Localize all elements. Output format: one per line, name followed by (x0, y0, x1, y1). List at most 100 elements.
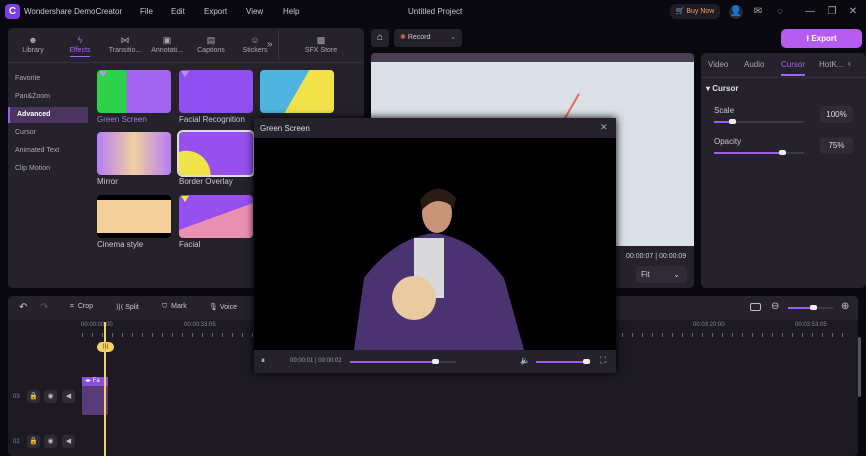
category-pan-zoom[interactable]: Pan&Zoom (8, 89, 88, 105)
crop-button[interactable]: ⌗ Crop (70, 303, 93, 311)
ruler-label: 00:00:33:05 (184, 322, 216, 328)
divider (701, 77, 866, 78)
effect-label: Cinema style (97, 240, 144, 249)
tab-label: Effects (69, 47, 91, 54)
effect-thumb-blur-background[interactable] (260, 70, 334, 113)
mail-icon[interactable]: ✉ (751, 5, 765, 19)
category-animated-text[interactable]: Animated Text (8, 143, 88, 159)
project-title: Untitled Project (408, 7, 463, 16)
effect-thumb-mirror[interactable] (97, 132, 171, 175)
tab-audio[interactable]: Audio (744, 60, 764, 69)
timeline-zoom-handle[interactable] (809, 305, 817, 310)
effect-label: Mirror (97, 177, 118, 186)
export-button[interactable]: ⭱ Export (781, 29, 862, 48)
lock-icon[interactable]: 🔒 (27, 390, 40, 403)
close-window-icon[interactable]: ✕ (846, 5, 860, 19)
undo-icon[interactable]: ↶ (19, 302, 27, 313)
minimize-icon[interactable]: — (803, 5, 817, 19)
crop-icon: ⌗ (70, 303, 74, 310)
tab-cursor[interactable]: Cursor (781, 60, 805, 69)
eye-icon[interactable]: ◉ (44, 390, 57, 403)
library-icon: ☻ (28, 35, 38, 45)
effect-thumb-green-screen[interactable] (97, 70, 171, 113)
voice-label: Voice (219, 304, 237, 311)
record-dropdown[interactable]: ✺ Record ⌄ (394, 29, 462, 47)
person-video-frame (354, 188, 524, 350)
menu-export[interactable]: Export (204, 7, 227, 16)
account-icon[interactable]: 👤 (729, 5, 743, 19)
speaker-icon[interactable]: ◀ (62, 390, 75, 403)
ruler-label: 00:00:00:00 (81, 322, 113, 328)
ruler-label: 00:03:53:05 (795, 322, 827, 328)
dialog-progress-handle[interactable] (431, 359, 439, 364)
effect-thumb-border-overlay[interactable] (177, 130, 255, 177)
cursor-arrow-icon (564, 93, 580, 119)
preview-current-time: 00:00:07 (626, 253, 654, 260)
ruler-label: 00:03:20:00 (693, 322, 725, 328)
category-favorite[interactable]: Favorite (8, 71, 88, 87)
zoom-out-icon[interactable]: ⊖ (771, 301, 779, 312)
support-icon[interactable]: ◌ (773, 5, 787, 19)
pause-icon[interactable]: ⏸ (261, 356, 265, 366)
effect-thumb-facial[interactable] (179, 195, 253, 238)
cursor-section-header[interactable]: ▾ Cursor (706, 84, 738, 93)
fit-timeline-icon[interactable] (750, 303, 761, 311)
effect-thumb-facial-recognition[interactable] (179, 70, 253, 113)
more-tabs-icon[interactable]: » (267, 39, 273, 50)
tab-captions[interactable]: ▤ Captions (186, 30, 236, 54)
tab-annotations[interactable]: ▣ Annotati... (142, 30, 192, 54)
playhead-split-handle[interactable]: ⟩|⟨ (97, 342, 114, 352)
tab-library[interactable]: ☻ Library (8, 30, 58, 54)
lock-icon[interactable]: 🔒 (27, 435, 40, 448)
speaker-icon[interactable]: ◀ (62, 435, 75, 448)
fullscreen-icon[interactable]: ⛶ (600, 355, 606, 366)
voice-button[interactable]: 🎙 Voice (209, 303, 237, 311)
dialog-progress-fill (350, 361, 435, 363)
tab-label: Stickers (242, 47, 268, 54)
volume-icon[interactable]: 🔈 (520, 356, 530, 365)
microphone-icon: 🎙 (209, 304, 218, 311)
menu-view[interactable]: View (246, 7, 263, 16)
premium-icon (181, 71, 189, 77)
eye-icon[interactable]: ◉ (44, 435, 57, 448)
home-button[interactable]: ⌂ (371, 29, 389, 47)
cart-icon: 🛒 (675, 8, 685, 15)
close-icon[interactable]: ✕ (600, 122, 608, 133)
tab-label: Captions (197, 47, 225, 54)
category-clip-motion[interactable]: Clip Motion (8, 161, 88, 177)
volume-handle[interactable] (582, 359, 590, 364)
dialog-video (254, 138, 616, 350)
library-tabs: ☻ Library ϟ Effects ⋈ Transitio... ▣ Annotat… (8, 30, 364, 60)
split-button[interactable]: ⟩|⟨ Split (116, 303, 139, 311)
effect-thumb-cinema-style[interactable] (97, 195, 171, 238)
buy-now-button[interactable]: 🛒 Buy Now (670, 4, 720, 19)
redo-icon[interactable]: ↷ (40, 302, 48, 313)
effect-label: Green Screen (97, 115, 147, 124)
restore-icon[interactable]: ❐ (825, 5, 839, 19)
effects-icon: ϟ (77, 35, 83, 45)
fit-dropdown[interactable]: Fit ⌄ (636, 266, 687, 283)
effect-label: Facial Recognition (179, 115, 245, 124)
tab-hotkeys[interactable]: HotK... (819, 60, 843, 69)
dialog-time: 00:00:01 | 00:00:02 (290, 358, 342, 364)
crop-label: Crop (77, 303, 94, 310)
scale-slider-handle[interactable] (729, 119, 736, 124)
timeline-scrollbar[interactable] (858, 337, 861, 397)
buy-now-label: Buy Now (686, 8, 715, 15)
opacity-value[interactable]: 75% (820, 137, 853, 154)
scale-value[interactable]: 100% (820, 106, 853, 123)
chevron-left-icon[interactable]: ‹ (848, 59, 851, 68)
menu-file[interactable]: File (140, 7, 153, 16)
tab-effects[interactable]: ϟ Effects (55, 30, 105, 57)
zoom-in-icon[interactable]: ⊕ (841, 301, 849, 312)
category-cursor[interactable]: Cursor (8, 125, 88, 141)
opacity-slider-handle[interactable] (778, 150, 786, 155)
menu-help[interactable]: Help (283, 7, 299, 16)
mark-button[interactable]: ⛉ Mark (162, 303, 187, 311)
tab-label: Library (22, 47, 44, 54)
tab-video[interactable]: Video (708, 60, 728, 69)
tab-sfx-store[interactable]: ▩ SFX Store (296, 30, 346, 54)
category-advanced[interactable]: Advanced (8, 107, 88, 123)
effect-label: Facial (179, 240, 201, 249)
menu-edit[interactable]: Edit (171, 7, 185, 16)
